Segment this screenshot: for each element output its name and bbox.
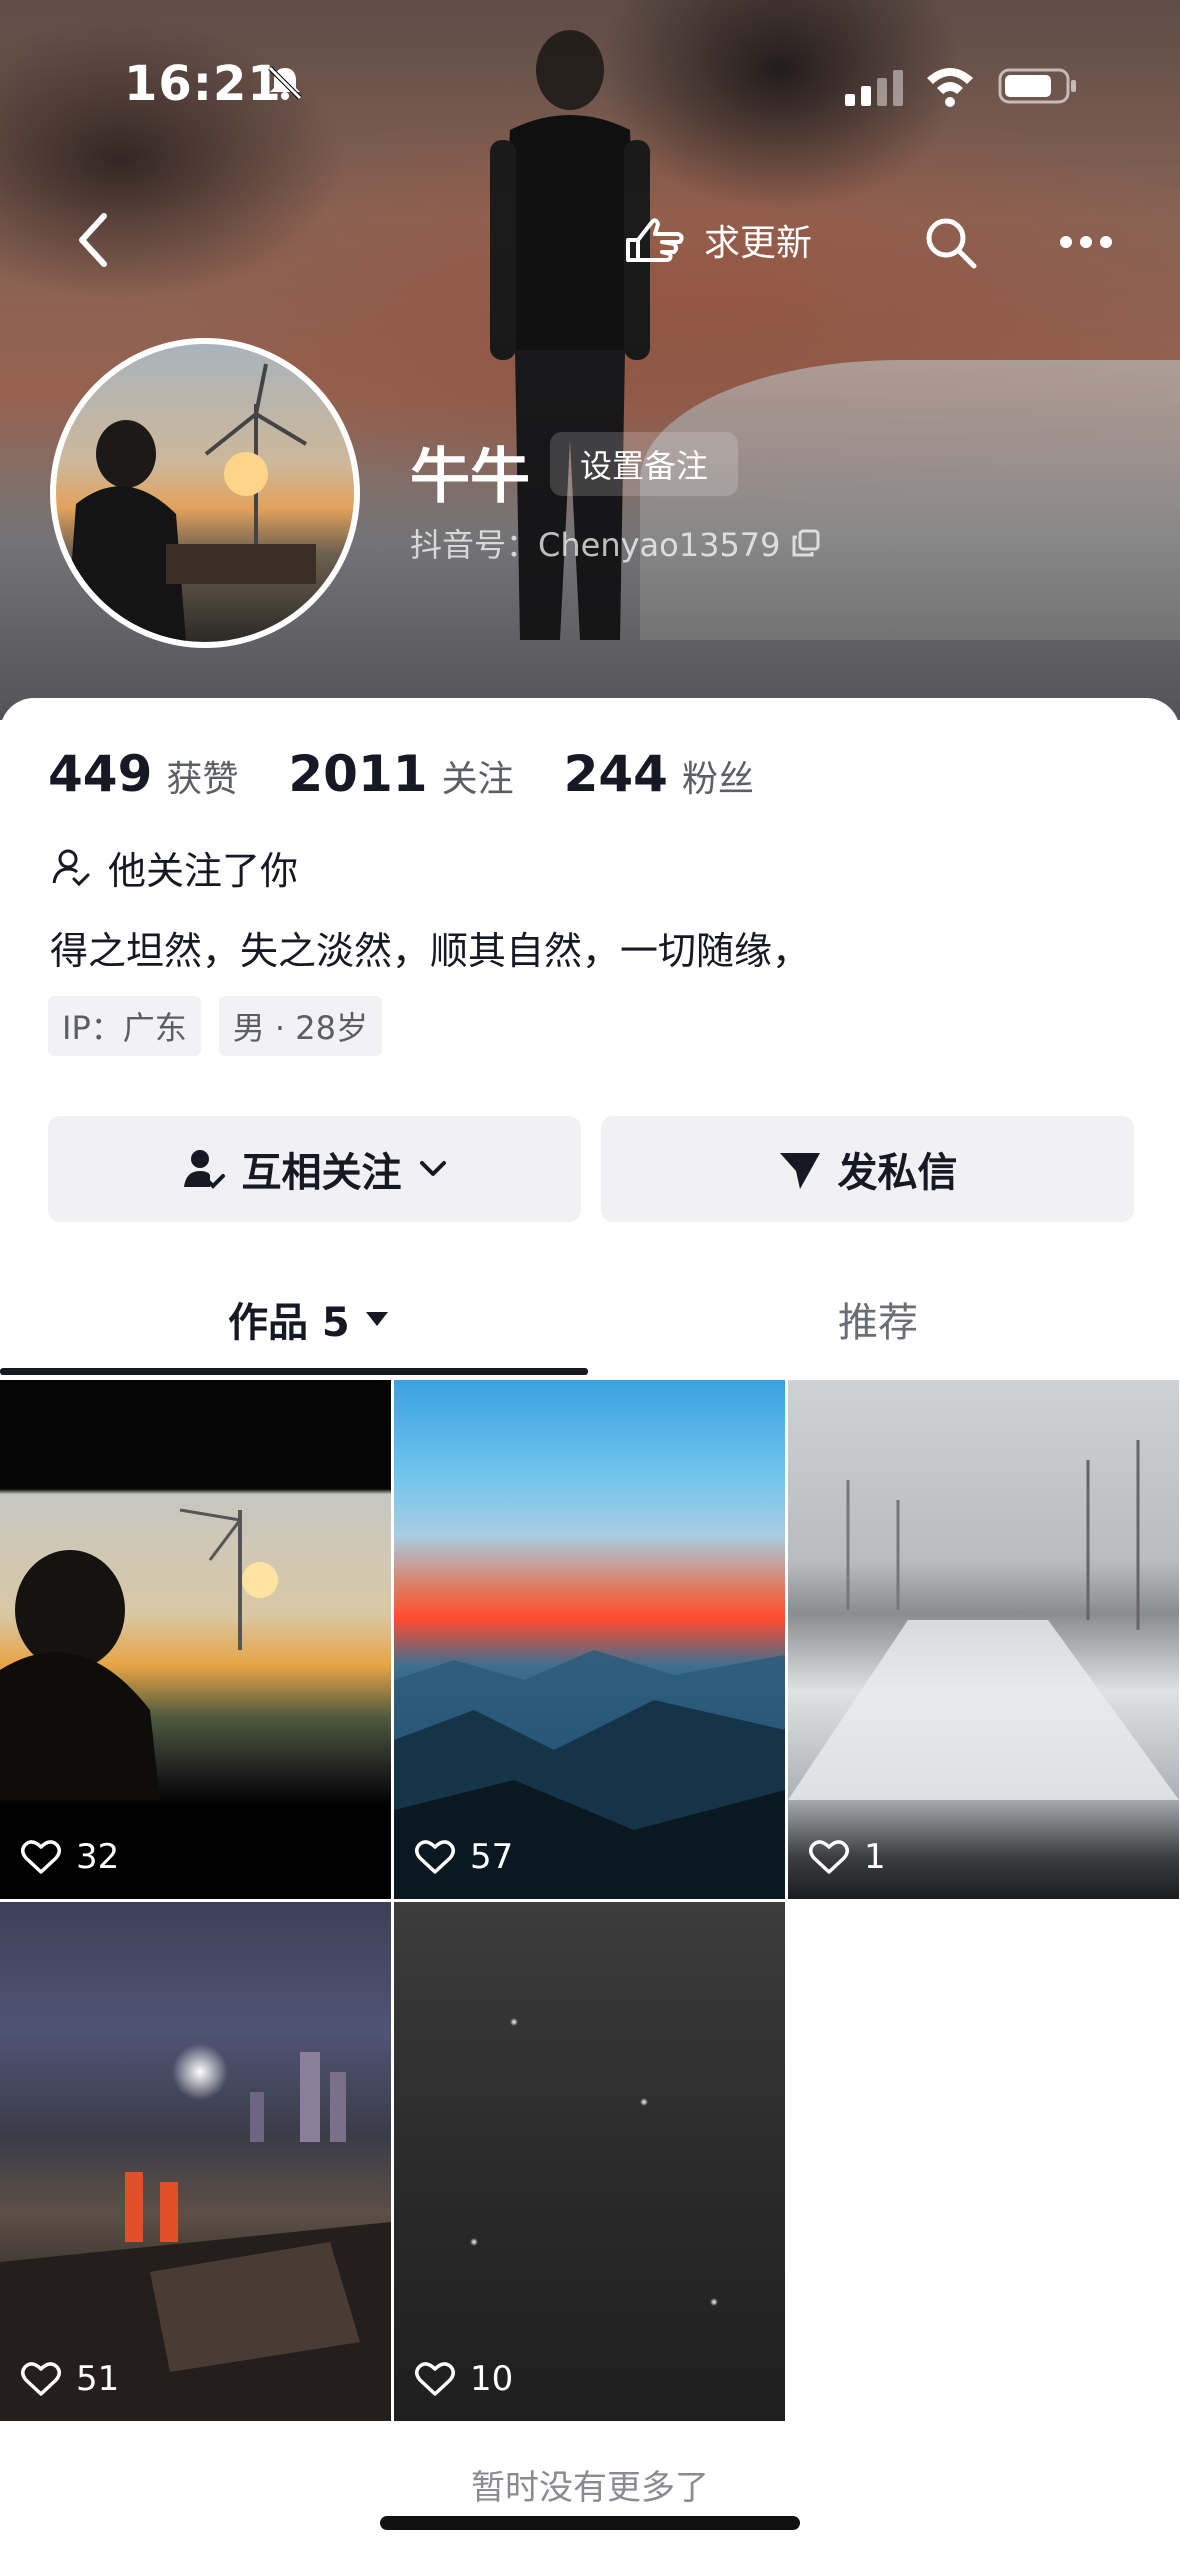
set-remark-button[interactable]: 设置备注 [550, 432, 739, 496]
douyin-id[interactable]: 抖音号：Chenyao13579 [410, 520, 821, 566]
ip-tag: IP：广东 [48, 996, 201, 1056]
send-message-button[interactable]: 发私信 [601, 1116, 1134, 1222]
stat-likes[interactable]: 449 获赞 [48, 745, 238, 803]
like-count-value: 51 [76, 2359, 120, 2399]
profile-tags: IP：广东 男 · 28岁 [48, 996, 382, 1056]
tab-recommend-label: 推荐 [838, 1300, 918, 1346]
stat-label: 获赞 [166, 759, 239, 800]
chevron-down-icon [419, 1161, 446, 1176]
tab-works[interactable]: 作品 5 [228, 1290, 390, 1348]
action-buttons: 互相关注 发私信 [48, 1116, 1134, 1222]
heart-icon [21, 1840, 61, 1874]
video-thumbnail[interactable]: 57 [394, 1380, 785, 1899]
stat-label: 粉丝 [681, 759, 754, 800]
thumbnail-art [0, 2052, 391, 2421]
status-bar: 16:21 [0, 0, 1180, 170]
active-tab-indicator [0, 1368, 588, 1375]
stat-followers[interactable]: 244 粉丝 [564, 745, 754, 803]
more-icon[interactable] [1058, 230, 1114, 254]
like-count: 1 [808, 1837, 886, 1877]
stat-value: 449 [48, 745, 153, 803]
home-indicator[interactable] [380, 2516, 800, 2530]
follows-you-indicator: 他关注了你 [50, 840, 298, 895]
bio: 得之坦然，失之淡然，顺其自然，一切随缘， [50, 929, 811, 973]
like-count-value: 57 [470, 1837, 514, 1877]
battery-icon [998, 68, 1076, 104]
back-button[interactable] [70, 210, 120, 270]
video-thumbnail[interactable]: 51 [0, 1902, 391, 2421]
like-count: 32 [20, 1837, 119, 1877]
video-thumbnail[interactable]: 10 [394, 1902, 785, 2421]
heart-icon [415, 1840, 455, 1874]
heart-icon [415, 2362, 455, 2396]
video-thumbnail[interactable]: 1 [788, 1380, 1179, 1899]
heart-icon [809, 1840, 849, 1874]
like-count-value: 32 [76, 1837, 120, 1877]
copy-icon[interactable] [791, 528, 821, 558]
thumbnail-art [788, 1440, 1179, 1800]
tab-recommend[interactable]: 推荐 [838, 1290, 918, 1348]
nickname: 牛牛 [410, 442, 530, 512]
caret-down-icon [365, 1312, 388, 1326]
send-message-label: 发私信 [837, 1150, 958, 1196]
heart-icon [21, 2362, 61, 2396]
mutual-follow-button[interactable]: 互相关注 [48, 1116, 581, 1222]
wifi-icon [927, 68, 973, 107]
signal-icon [845, 70, 903, 106]
like-count: 57 [414, 1837, 513, 1877]
thumbnail-art [394, 1650, 785, 1899]
send-icon [779, 1153, 820, 1189]
request-update-label: 求更新 [704, 223, 813, 264]
status-time: 16:21 [124, 56, 282, 112]
mutual-follow-label: 互相关注 [241, 1150, 402, 1196]
thumbnail-art [0, 1508, 278, 1800]
tab-works-label: 作品 5 [228, 1300, 350, 1346]
avatar-image [66, 363, 316, 642]
no-more-content-text: 暂时没有更多了 [471, 2468, 709, 2508]
douyin-id-text: 抖音号：Chenyao13579 [410, 526, 781, 564]
follows-you-text: 他关注了你 [108, 849, 299, 893]
video-thumbnail[interactable]: 32 [0, 1380, 391, 1899]
stat-value: 2011 [288, 745, 428, 803]
like-count-value: 1 [864, 1837, 886, 1877]
user-check-filled-icon [183, 1150, 225, 1189]
gender-age-tag: 男 · 28岁 [218, 996, 382, 1056]
stat-following[interactable]: 2011 关注 [288, 745, 513, 803]
content-tabs: 作品 5 推荐 [0, 1260, 1180, 1380]
like-count-value: 10 [470, 2359, 514, 2399]
stat-label: 关注 [441, 759, 514, 800]
like-count: 51 [20, 2359, 119, 2399]
stat-value: 244 [563, 745, 668, 803]
avatar[interactable] [50, 338, 360, 648]
like-count: 10 [414, 2359, 513, 2399]
search-icon[interactable] [922, 214, 980, 272]
request-update-button[interactable]: 求更新 [622, 205, 812, 275]
stats-row: 449 获赞 2011 关注 244 粉丝 [48, 745, 804, 803]
bell-slash-icon [268, 66, 302, 100]
pointing-hand-icon [626, 218, 684, 262]
user-check-icon [52, 849, 90, 886]
